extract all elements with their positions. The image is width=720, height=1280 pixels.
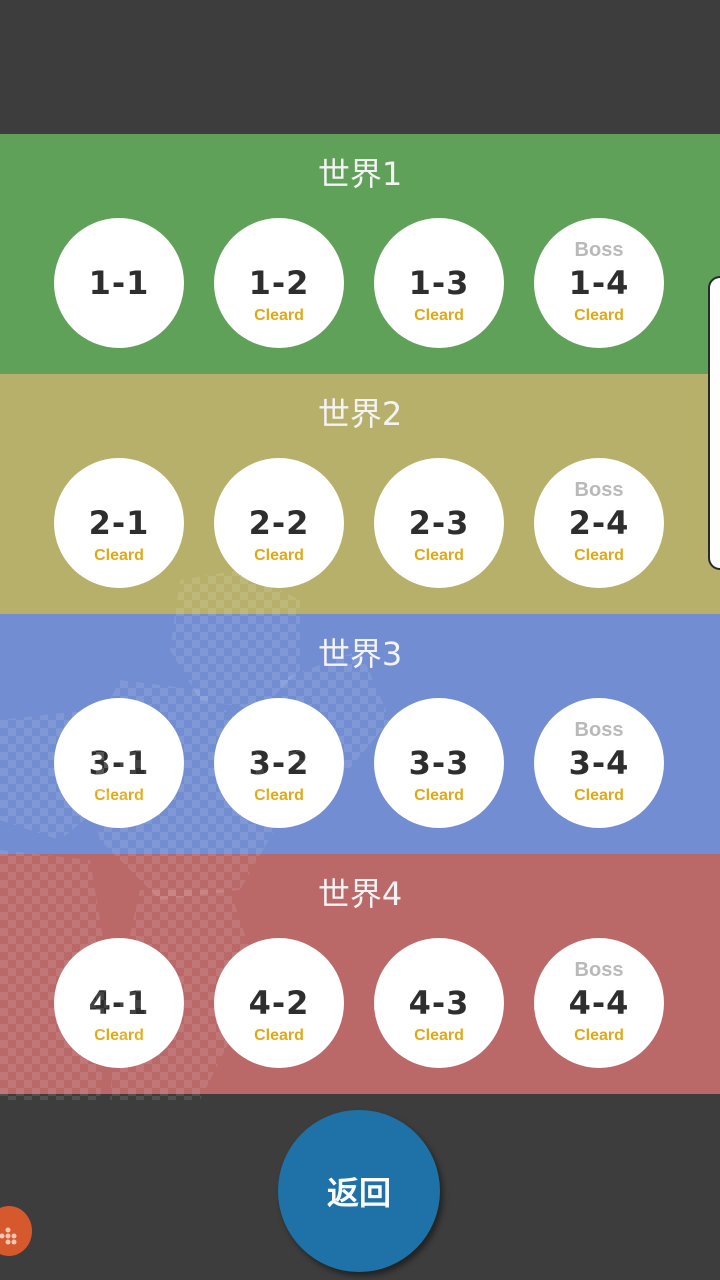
boss-label: Boss: [574, 479, 624, 501]
stage-number: 1-4: [568, 264, 630, 302]
world-title: 世界1: [317, 155, 403, 193]
floating-game-badge-icon[interactable]: [0, 1206, 32, 1256]
stage-number: 3-1: [88, 744, 150, 782]
stage-button-1-3[interactable]: 1-3 Cleard: [374, 218, 504, 348]
stage-button-4-2[interactable]: 4-2 Cleard: [214, 938, 344, 1068]
stage-button-4-3[interactable]: 4-3 Cleard: [374, 938, 504, 1068]
world-title: 世界4: [317, 875, 403, 913]
stage-status: Cleard: [414, 1027, 464, 1044]
stage-status: Cleard: [414, 307, 464, 324]
back-button[interactable]: 返回: [278, 1110, 440, 1272]
stage-status: Cleard: [574, 547, 624, 564]
stage-button-1-4[interactable]: Boss 1-4 Cleard: [534, 218, 664, 348]
side-panel-edge: [708, 276, 720, 570]
stage-number: 1-2: [248, 264, 310, 302]
stage-status: Cleard: [254, 1027, 304, 1044]
stage-number: 2-3: [408, 504, 470, 542]
world-2-section: 世界2 2-1 Cleard 2-2 Cleard 2-3 Cleard Bos…: [0, 374, 720, 614]
boss-label: Boss: [574, 239, 624, 261]
stage-number: 4-4: [568, 984, 630, 1022]
stage-number: 1-3: [408, 264, 470, 302]
stage-button-3-1[interactable]: 3-1 Cleard: [54, 698, 184, 828]
stage-button-3-2[interactable]: 3-2 Cleard: [214, 698, 344, 828]
stage-button-2-2[interactable]: 2-2 Cleard: [214, 458, 344, 588]
world-1-section: 世界1 1-1 1-2 Cleard 1-3 Cleard Boss 1-4 C…: [0, 134, 720, 374]
stage-number: 4-2: [248, 984, 310, 1022]
world-title: 世界2: [317, 395, 403, 433]
stage-status: Cleard: [94, 787, 144, 804]
stage-button-2-1[interactable]: 2-1 Cleard: [54, 458, 184, 588]
stage-status: Cleard: [574, 307, 624, 324]
top-bar: [0, 0, 720, 134]
stage-status: Cleard: [414, 787, 464, 804]
stage-number: 3-3: [408, 744, 470, 782]
boss-label: Boss: [574, 719, 624, 741]
stage-status: Cleard: [254, 307, 304, 324]
stage-status: Cleard: [94, 1027, 144, 1044]
stage-number: 3-4: [568, 744, 630, 782]
stage-status: Cleard: [254, 787, 304, 804]
stage-button-2-3[interactable]: 2-3 Cleard: [374, 458, 504, 588]
stage-number: 2-2: [248, 504, 310, 542]
stage-status: Cleard: [94, 547, 144, 564]
dots-icon: [0, 1227, 17, 1245]
world-3-section: 世界3 3-1 Cleard 3-2 Cleard 3-3 Cleard Bos…: [0, 614, 720, 854]
stage-button-4-4[interactable]: Boss 4-4 Cleard: [534, 938, 664, 1068]
stage-button-3-4[interactable]: Boss 3-4 Cleard: [534, 698, 664, 828]
stage-button-2-4[interactable]: Boss 2-4 Cleard: [534, 458, 664, 588]
stage-button-3-3[interactable]: 3-3 Cleard: [374, 698, 504, 828]
stage-number: 1-1: [88, 264, 150, 302]
stage-number: 4-1: [88, 984, 150, 1022]
stage-status: Cleard: [574, 787, 624, 804]
stage-number: 3-2: [248, 744, 310, 782]
stage-number: 2-4: [568, 504, 630, 542]
stage-status: Cleard: [414, 547, 464, 564]
stage-number: 4-3: [408, 984, 470, 1022]
stage-button-1-1[interactable]: 1-1: [54, 218, 184, 348]
stage-button-1-2[interactable]: 1-2 Cleard: [214, 218, 344, 348]
world-4-section: 世界4 4-1 Cleard 4-2 Cleard 4-3 Cleard Bos…: [0, 854, 720, 1094]
stage-number: 2-1: [88, 504, 150, 542]
boss-label: Boss: [574, 959, 624, 981]
stage-status: Cleard: [574, 1027, 624, 1044]
stage-status: Cleard: [254, 547, 304, 564]
stage-button-4-1[interactable]: 4-1 Cleard: [54, 938, 184, 1068]
world-title: 世界3: [317, 635, 403, 673]
